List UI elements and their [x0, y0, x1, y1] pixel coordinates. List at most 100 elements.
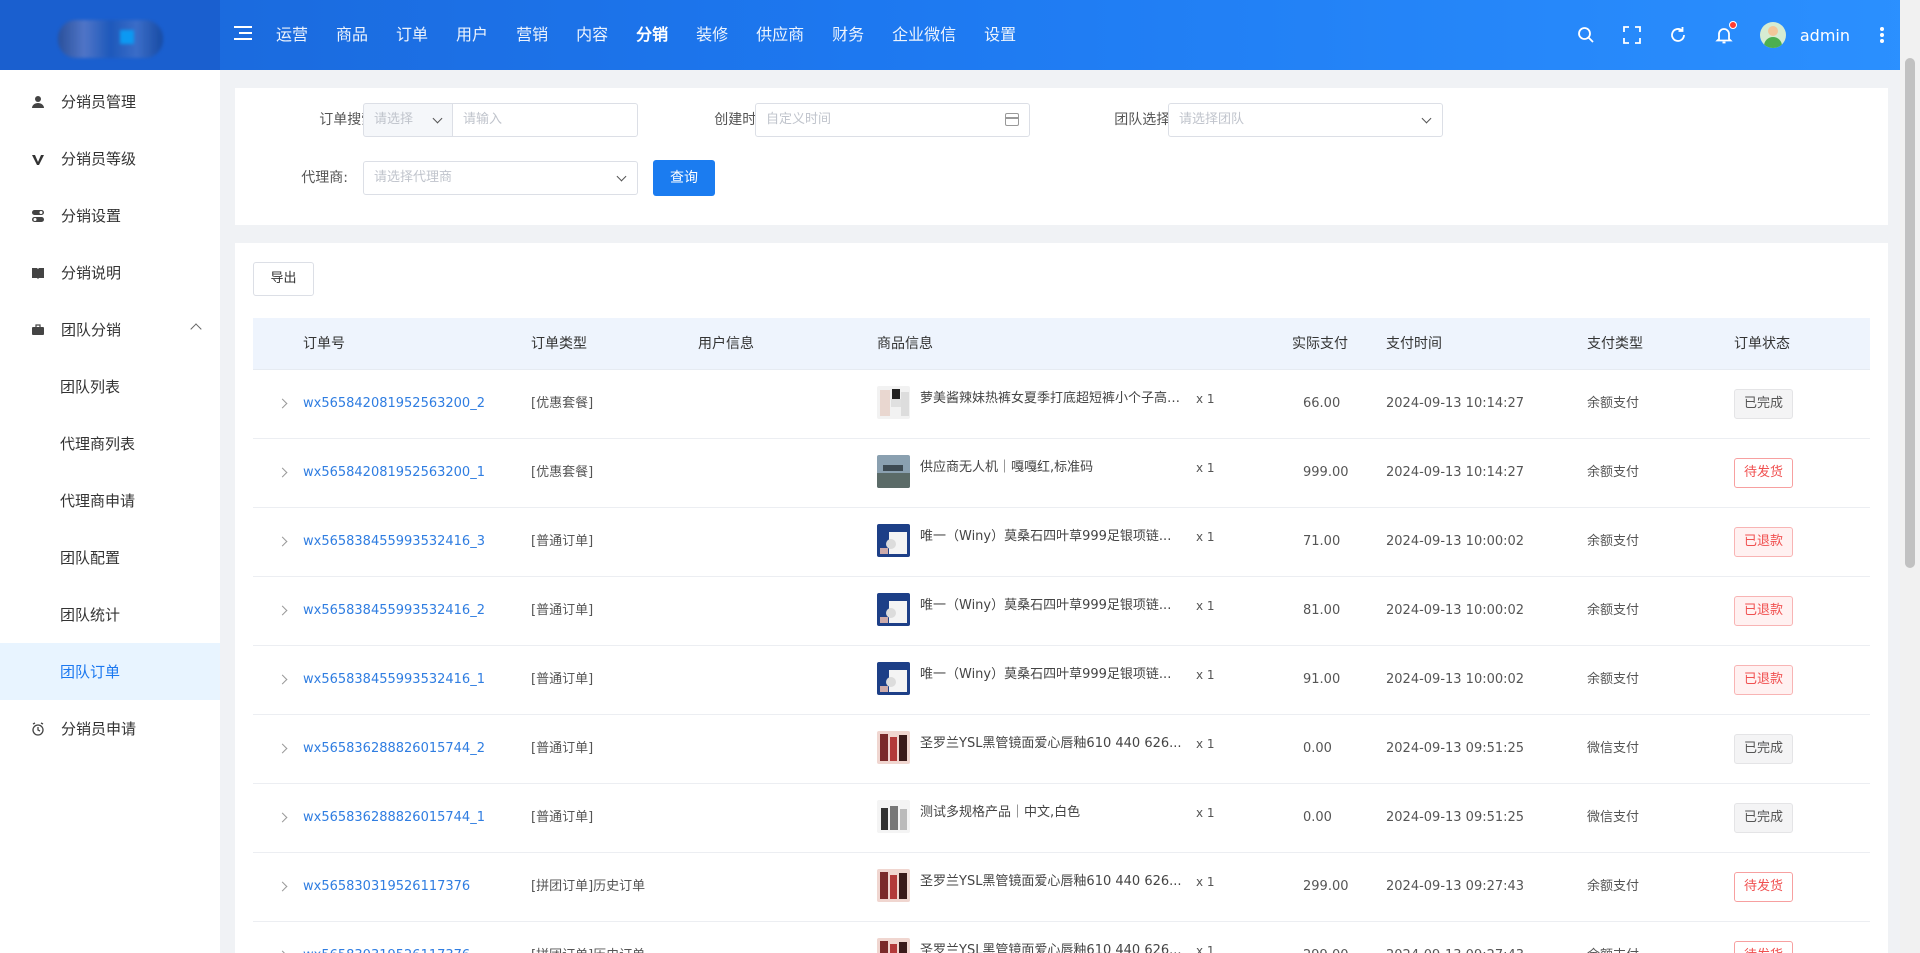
nav-item[interactable]: 商品: [322, 0, 382, 70]
order-type: [普通订单]: [531, 534, 594, 549]
order-status-badge: 已完成: [1734, 734, 1794, 764]
expand-row-icon[interactable]: [277, 605, 288, 616]
team-select-placeholder: 请选择团队: [1179, 112, 1245, 127]
nav-item[interactable]: 营销: [502, 0, 562, 70]
product-name: 唯一（Winy）莫桑石四叶草999足银项链...: [920, 598, 1172, 613]
sidebar-item-label: 分销员管理: [61, 93, 137, 111]
pay-type: 余额支付: [1587, 396, 1640, 411]
fullscreen-icon[interactable]: [1622, 25, 1642, 45]
order-number-link[interactable]: wx565836288826015744_2: [303, 715, 485, 783]
order-number-link[interactable]: wx565838455993532416_1: [303, 646, 485, 714]
sidebar-item[interactable]: 分销员申请: [0, 700, 220, 757]
product-thumbnail[interactable]: [877, 938, 910, 953]
product-thumbnail[interactable]: [877, 662, 910, 695]
expand-row-icon[interactable]: [277, 743, 288, 754]
nav-item[interactable]: 用户: [442, 0, 502, 70]
sidebar-item[interactable]: 团队订单: [0, 643, 220, 700]
table-row: wx565838455993532416_2 [普通订单] 唯一（Winy）莫桑石四…: [253, 577, 1870, 646]
nav-item[interactable]: 设置: [970, 0, 1030, 70]
order-search-type-select[interactable]: 请选择: [363, 103, 454, 137]
page-scrollbar[interactable]: [1900, 0, 1920, 953]
order-number-link[interactable]: wx565842081952563200_2: [303, 370, 485, 438]
product-name: 供应商无人机｜嘎嘎红,标准码: [920, 460, 1094, 475]
sidebar-item-label: 代理商列表: [60, 435, 136, 453]
v-icon: [30, 151, 46, 167]
col-order-type: 订单类型: [531, 336, 587, 352]
create-time-picker[interactable]: 自定义时间: [755, 103, 1030, 137]
product-quantity: x 1: [1196, 944, 1215, 953]
nav-item[interactable]: 企业微信: [878, 0, 970, 70]
order-number-link[interactable]: wx565836288826015744_1: [303, 784, 485, 852]
sidebar-item[interactable]: 分销员等级: [0, 130, 220, 187]
product-thumbnail[interactable]: [877, 731, 910, 764]
chevron-down-icon: [1421, 113, 1432, 124]
agent-select[interactable]: 请选择代理商: [363, 161, 638, 195]
nav-item[interactable]: 运营: [262, 0, 322, 70]
product-name: 唯一（Winy）莫桑石四叶草999足银项链...: [920, 529, 1172, 544]
user-icon: [30, 94, 46, 110]
sidebar-item-label: 团队分销: [61, 321, 122, 339]
menu-toggle-icon[interactable]: [234, 25, 252, 41]
nav-item[interactable]: 供应商: [742, 0, 818, 70]
order-type: [优惠套餐]: [531, 465, 594, 480]
product-thumbnail[interactable]: [877, 593, 910, 626]
expand-row-icon[interactable]: [277, 536, 288, 547]
sidebar-item[interactable]: 团队分销: [0, 301, 220, 358]
order-number-link[interactable]: wx565830319526117376: [303, 853, 470, 921]
order-number-link[interactable]: wx565838455993532416_2: [303, 577, 485, 645]
expand-row-icon[interactable]: [277, 812, 288, 823]
nav-item[interactable]: 内容: [562, 0, 622, 70]
query-button[interactable]: 查询: [653, 160, 715, 196]
refresh-icon[interactable]: [1668, 25, 1688, 45]
order-number-link[interactable]: wx565830319526117376: [303, 922, 470, 953]
search-icon[interactable]: [1576, 25, 1596, 45]
sidebar-item[interactable]: 团队统计: [0, 586, 220, 643]
sidebar-item-label: 代理商申请: [60, 492, 136, 510]
product-quantity: x 1: [1196, 530, 1215, 544]
product-thumbnail[interactable]: [877, 869, 910, 902]
export-button[interactable]: 导出: [253, 262, 314, 296]
logo[interactable]: [0, 0, 220, 70]
order-search-input[interactable]: 请输入: [452, 103, 638, 137]
product-quantity: x 1: [1196, 668, 1215, 682]
username[interactable]: admin: [1800, 26, 1850, 45]
team-select[interactable]: 请选择团队: [1168, 103, 1443, 137]
expand-row-icon[interactable]: [277, 674, 288, 685]
sidebar-item[interactable]: 分销员管理: [0, 73, 220, 130]
main-content: 订单搜索: 请选择 请输入 创建时间: 自定义时间 团队选择: 请选择团队 代理…: [220, 70, 1900, 953]
nav-item[interactable]: 分销: [622, 0, 682, 70]
expand-row-icon[interactable]: [277, 467, 288, 478]
nav-item[interactable]: 财务: [818, 0, 878, 70]
notification-bell-icon[interactable]: [1714, 21, 1737, 45]
pay-type: 余额支付: [1587, 879, 1640, 894]
sidebar-item[interactable]: 团队列表: [0, 358, 220, 415]
product-thumbnail[interactable]: [877, 800, 910, 833]
product-thumbnail[interactable]: [877, 524, 910, 557]
scrollbar-thumb[interactable]: [1905, 58, 1915, 568]
sidebar-item[interactable]: 代理商列表: [0, 415, 220, 472]
nav-item[interactable]: 装修: [682, 0, 742, 70]
order-number-link[interactable]: wx565838455993532416_3: [303, 508, 485, 576]
order-number-link[interactable]: wx565842081952563200_1: [303, 439, 485, 507]
sidebar-item[interactable]: 分销说明: [0, 244, 220, 301]
product-thumbnail[interactable]: [877, 455, 910, 488]
order-status-badge: 待发货: [1734, 941, 1794, 953]
sidebar-item[interactable]: 分销设置: [0, 187, 220, 244]
pay-time: 2024-09-13 09:27:43: [1386, 922, 1524, 953]
product-name: 萝美酱辣妹热裤女夏季打底超短裤小个子高腰...: [920, 391, 1190, 406]
sidebar-item[interactable]: 代理商申请: [0, 472, 220, 529]
avatar[interactable]: [1759, 22, 1786, 48]
col-order-status: 订单状态: [1734, 336, 1790, 352]
filter-panel: 订单搜索: 请选择 请输入 创建时间: 自定义时间 团队选择: 请选择团队 代理…: [235, 88, 1888, 225]
sidebar-item[interactable]: 团队配置: [0, 529, 220, 586]
expand-row-icon[interactable]: [277, 398, 288, 409]
chevron-down-icon: [616, 171, 627, 182]
product-quantity: x 1: [1196, 806, 1215, 820]
order-status-badge: 已退款: [1734, 596, 1794, 626]
more-vertical-icon[interactable]: [1880, 27, 1884, 43]
order-type: [优惠套餐]: [531, 396, 594, 411]
expand-row-icon[interactable]: [277, 881, 288, 892]
product-thumbnail[interactable]: [877, 386, 910, 419]
sidebar-item-label: 团队统计: [60, 606, 121, 624]
nav-item[interactable]: 订单: [382, 0, 442, 70]
